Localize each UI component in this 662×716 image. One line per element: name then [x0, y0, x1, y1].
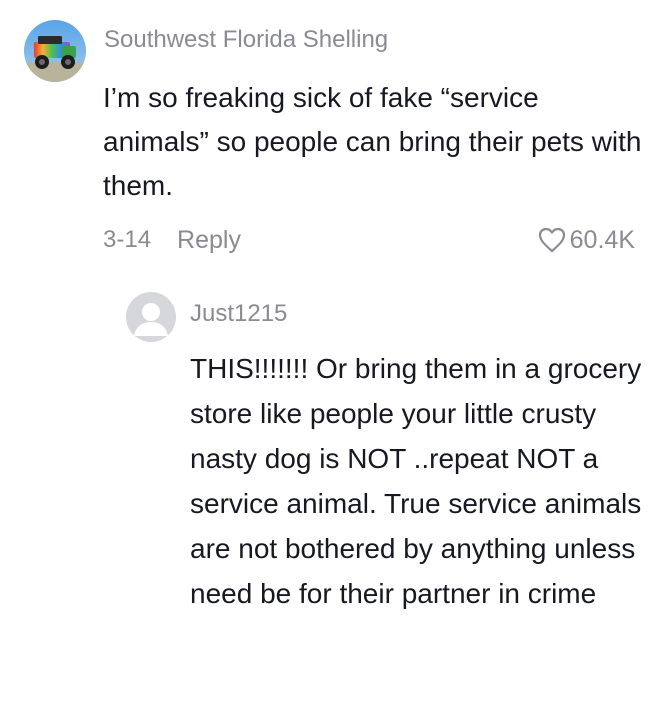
default-avatar-icon: [126, 292, 176, 342]
reply-button[interactable]: Reply: [177, 222, 241, 258]
comment-date: 3-14: [103, 226, 152, 253]
reply-text: THIS!!!!!!! Or bring them in a grocery s…: [190, 353, 642, 609]
avatar[interactable]: [24, 20, 86, 82]
reply-username[interactable]: Just1215: [190, 298, 287, 330]
like-count: 60.4K: [569, 226, 635, 254]
comment-meta: 3-14 Reply 60.4K: [103, 222, 635, 258]
reply-avatar[interactable]: [126, 292, 176, 342]
comment-username[interactable]: Southwest Florida Shelling: [104, 24, 388, 56]
like-button[interactable]: 60.4K: [538, 222, 635, 258]
jeep-avatar-image: [24, 20, 86, 82]
comment-text: I’m so freaking sick of fake “service an…: [103, 82, 642, 201]
heart-outline-icon: [538, 227, 565, 253]
